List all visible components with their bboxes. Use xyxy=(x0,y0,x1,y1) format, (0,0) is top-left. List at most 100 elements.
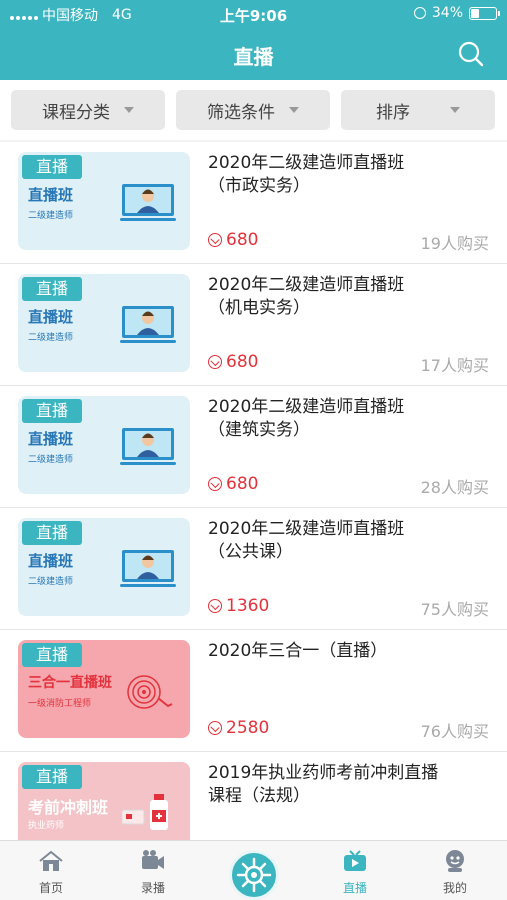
coin-icon xyxy=(208,355,222,369)
search-icon[interactable] xyxy=(457,40,485,68)
tab-live[interactable]: 直播 xyxy=(320,849,390,896)
price-value: 1360 xyxy=(226,596,270,616)
sort-filter[interactable]: 排序 xyxy=(341,90,495,130)
tab-bar: 首页 录播 直播 我的 xyxy=(0,840,507,900)
course-thumbnail: 直播 直播班 二级建造师 xyxy=(18,274,190,372)
tab-label: 我的 xyxy=(442,881,467,895)
caret-down-icon xyxy=(450,107,460,113)
course-item[interactable]: 直播 三合一直播班 一级消防工程师 2020年三合一（直播） 2580 76人购… xyxy=(0,630,507,752)
course-item[interactable]: 直播 直播班 二级建造师 2020年二级建造师直播班 （市政实务） 680 19… xyxy=(0,142,507,264)
course-item[interactable]: 直播 考前冲刺班 执业药师 2019年执业药师考前冲刺直播 课程（法规） xyxy=(0,752,507,840)
course-price: 680 xyxy=(208,352,258,372)
course-price: 1360 xyxy=(208,596,269,616)
course-price: 680 xyxy=(208,230,258,250)
status-bar: 中国移动 4G 上午9:06 34% xyxy=(0,0,507,28)
coin-icon xyxy=(208,233,222,247)
filter-label: 排序 xyxy=(376,102,410,123)
course-item[interactable]: 直播 直播班 二级建造师 2020年二级建造师直播班 （公共课） 1360 75… xyxy=(0,508,507,630)
price-value: 2580 xyxy=(226,718,270,738)
tab-label: 录播 xyxy=(140,881,165,895)
buyer-count: 28人购买 xyxy=(420,478,489,497)
course-thumbnail: 直播 直播班 二级建造师 xyxy=(18,396,190,494)
tab-label: 直播 xyxy=(342,881,367,895)
thumbnail-subtitle: 二级建造师 xyxy=(28,211,74,221)
tab-mine[interactable]: 我的 xyxy=(420,849,490,896)
live-tag: 直播 xyxy=(22,643,82,667)
video-camera-icon xyxy=(142,850,164,869)
buyer-count: 76人购买 xyxy=(420,722,489,741)
coin-icon xyxy=(208,721,222,735)
status-right: 34% xyxy=(413,5,500,21)
course-price: 680 xyxy=(208,474,258,494)
thumbnail-subtitle: 二级建造师 xyxy=(28,333,74,343)
course-thumbnail: 直播 考前冲刺班 执业药师 xyxy=(18,762,190,840)
teacher-screen-icon xyxy=(120,550,176,587)
tab-recorded[interactable]: 录播 xyxy=(118,849,188,896)
course-title-line: 2020年二级建造师直播班 xyxy=(208,397,405,417)
thumbnail-title: 考前冲刺班 xyxy=(28,798,109,817)
course-title: 2019年执业药师考前冲刺直播 课程（法规） xyxy=(208,762,493,808)
thumbnail-subtitle: 二级建造师 xyxy=(28,455,74,465)
tab-home[interactable]: 首页 xyxy=(16,849,86,896)
thumbnail-subtitle: 执业药师 xyxy=(28,821,65,831)
tv-icon xyxy=(344,850,366,871)
thumbnail-subtitle: 二级建造师 xyxy=(28,577,74,587)
course-title-line: （公共课） xyxy=(208,542,293,562)
course-thumbnail: 直播 直播班 二级建造师 xyxy=(18,518,190,616)
live-tag: 直播 xyxy=(22,277,82,301)
course-category-filter[interactable]: 课程分类 xyxy=(11,90,165,130)
course-item[interactable]: 直播 直播班 二级建造师 2020年二级建造师直播班 （建筑实务） 680 28… xyxy=(0,386,507,508)
course-thumbnail: 直播 三合一直播班 一级消防工程师 xyxy=(18,640,190,738)
medicine-bottle-icon xyxy=(121,794,168,830)
battery-percent: 34% xyxy=(431,5,463,21)
thumbnail-title: 直播班 xyxy=(28,186,74,204)
course-title-line: 2020年二级建造师直播班 xyxy=(208,275,405,295)
page-title: 直播 xyxy=(233,45,274,69)
teacher-screen-icon xyxy=(120,306,176,343)
thumbnail-title: 直播班 xyxy=(28,430,74,448)
conditions-filter[interactable]: 筛选条件 xyxy=(176,90,330,130)
teacher-screen-icon xyxy=(120,184,176,221)
course-title-line: 2020年二级建造师直播班 xyxy=(208,153,405,173)
course-title: 2020年二级建造师直播班 （建筑实务） xyxy=(208,396,493,442)
price-value: 680 xyxy=(226,352,259,372)
center-action-button[interactable] xyxy=(229,850,279,900)
live-tag: 直播 xyxy=(22,521,82,545)
course-title-line: 2020年二级建造师直播班 xyxy=(208,519,405,539)
filter-bar: 课程分类 筛选条件 排序 xyxy=(0,80,507,140)
tab-label: 首页 xyxy=(38,881,63,895)
thumbnail-title: 三合一直播班 xyxy=(28,675,112,691)
course-title-line: 2020年三合一（直播） xyxy=(208,641,388,661)
teacher-screen-icon xyxy=(120,428,176,465)
course-title: 2020年三合一（直播） xyxy=(208,640,493,663)
course-title-line: （机电实务） xyxy=(208,298,310,318)
profile-icon xyxy=(446,850,464,872)
price-value: 680 xyxy=(226,230,259,250)
buyer-count: 17人购买 xyxy=(420,356,489,375)
buyer-count: 75人购买 xyxy=(420,600,489,619)
thumbnail-title: 直播班 xyxy=(28,308,74,326)
coin-icon xyxy=(208,599,222,613)
nav-bar: 直播 xyxy=(0,28,507,80)
course-title: 2020年二级建造师直播班 （机电实务） xyxy=(208,274,493,320)
rotation-lock-icon xyxy=(413,7,426,19)
course-title-line: 2019年执业药师考前冲刺直播 xyxy=(208,763,439,783)
live-tag: 直播 xyxy=(22,765,82,789)
course-title-line: （建筑实务） xyxy=(208,420,310,440)
filter-label: 课程分类 xyxy=(42,102,110,123)
helm-icon xyxy=(236,857,272,893)
course-thumbnail: 直播 直播班 二级建造师 xyxy=(18,152,190,250)
caret-down-icon xyxy=(124,107,134,113)
course-title-line: 课程（法规） xyxy=(208,786,310,806)
course-item[interactable]: 直播 直播班 二级建造师 2020年二级建造师直播班 （机电实务） 680 17… xyxy=(0,264,507,386)
price-value: 680 xyxy=(226,474,259,494)
buyer-count: 19人购买 xyxy=(420,234,489,253)
course-list[interactable]: 直播 直播班 二级建造师 2020年二级建造师直播班 （市政实务） 680 19… xyxy=(0,142,507,840)
course-title: 2020年二级建造师直播班 （公共课） xyxy=(208,518,493,564)
live-tag: 直播 xyxy=(22,155,82,179)
fire-hose-icon xyxy=(127,675,173,709)
course-title: 2020年二级建造师直播班 （市政实务） xyxy=(208,152,493,198)
filter-label: 筛选条件 xyxy=(207,102,275,123)
home-icon xyxy=(39,850,63,871)
course-price: 2580 xyxy=(208,718,269,738)
